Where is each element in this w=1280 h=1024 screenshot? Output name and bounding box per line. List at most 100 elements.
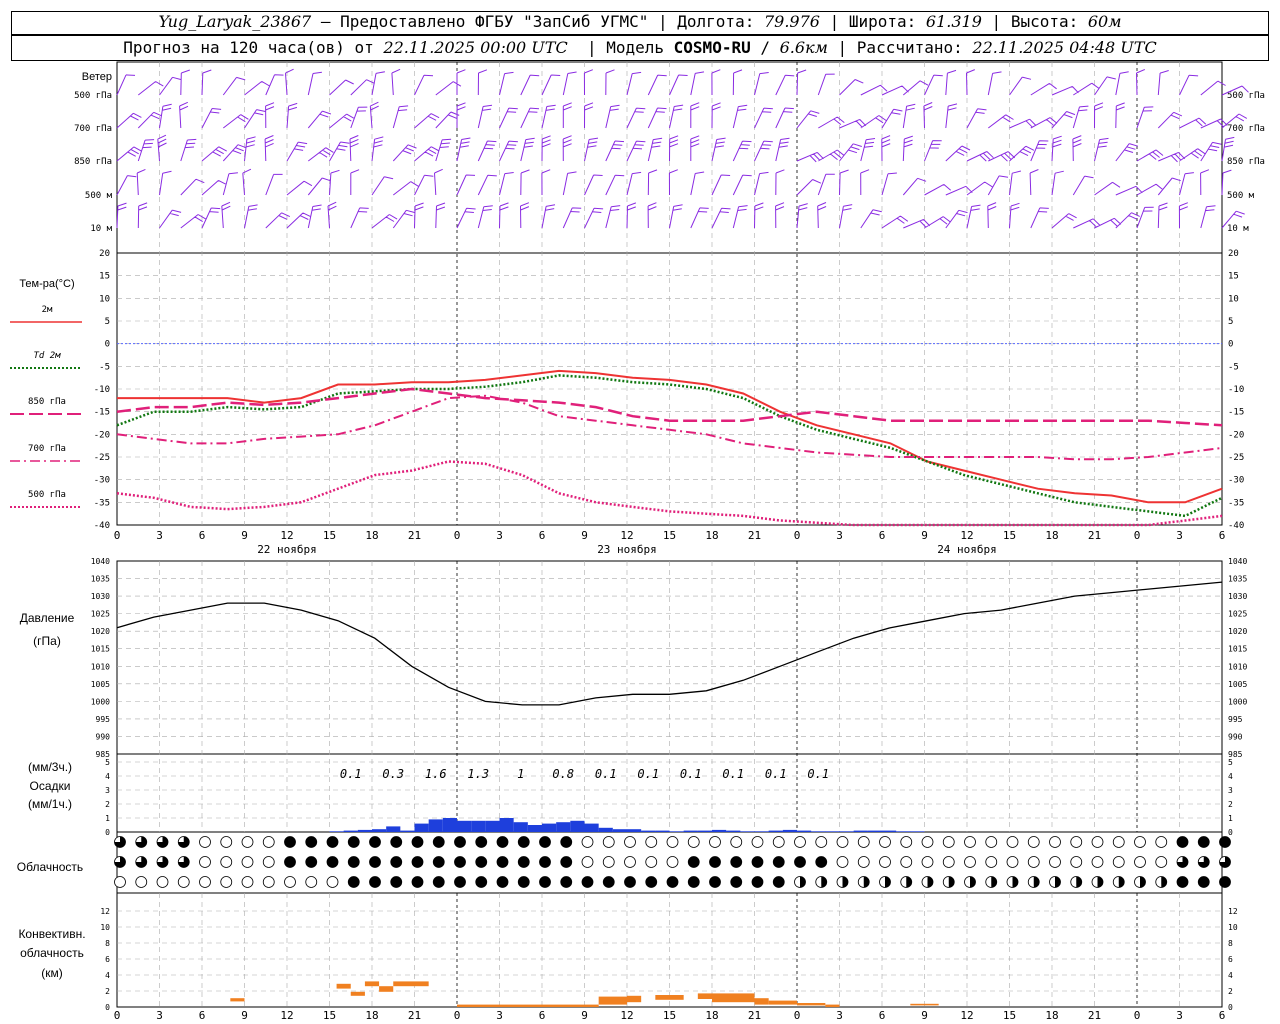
temp-ytick-right: -40 [1228,521,1244,531]
cloud-cover-symbol [539,836,551,848]
cloud-cover-symbol [1112,856,1125,868]
hour-tick-label-bottom: 12 [960,1009,973,1022]
temp-ytick-left: -30 [94,476,110,486]
pressure-ytick-left: 1030 [91,592,110,601]
temp-ytick-right: -30 [1228,476,1244,486]
hour-tick-label: 3 [836,529,843,542]
hour-tick-label-bottom: 0 [454,1009,461,1022]
convective-bar [697,993,712,999]
precip-3h-label: 0.1 [637,767,659,781]
hour-tick-label-bottom: 6 [1219,1009,1226,1022]
precip-bar [357,829,372,832]
cloud-cover-symbol [581,876,594,888]
hour-tick-label: 18 [1045,529,1058,542]
wind-level-label-right: 500 м [1227,191,1255,201]
precip-bar [811,831,826,832]
convective-bar [336,983,351,989]
cloud-cover-symbol [730,836,743,848]
precip-bar [400,830,415,832]
pressure-title: Давление [20,611,75,625]
pressure-ytick-right: 1030 [1228,592,1247,601]
pressure-ytick-right: 995 [1228,715,1243,724]
pressure-ytick-left: 1040 [91,557,110,566]
convective-bar [457,1004,599,1007]
precip-ytick-left: 4 [105,772,110,781]
hour-tick-label: 9 [241,529,248,542]
precip-ytick-right: 0 [1228,828,1233,837]
cloud-cover-symbol [942,856,955,868]
pressure-ytick-left: 1010 [91,662,110,671]
cloud-cover-symbol [624,856,636,868]
temp-ytick-right: 5 [1228,317,1233,327]
cloud-cover-symbol [921,856,934,868]
precip-bar [386,826,401,832]
cloud-cover-fill [927,876,933,888]
hour-tick-label: 3 [156,529,163,542]
conv-title-2: облачность [20,946,84,960]
hour-tick-label-bottom: 0 [114,1009,121,1022]
cloud-cover-symbol [347,836,360,848]
wind-level-label-right: 850 гПа [1227,157,1265,167]
cloud-cover-fill [1118,876,1125,888]
cloud-cover-symbol [624,876,636,888]
temp-ytick-left: -20 [94,430,110,440]
hour-tick-label-bottom: 6 [879,1009,886,1022]
precip-bar [414,823,429,832]
conv-ytick-right: 6 [1228,955,1233,964]
conv-title-1: Конвективн. [18,927,85,941]
cloud-cover-fill [1140,876,1146,888]
precip-bar [372,829,387,832]
cloud-cover-symbol [921,836,934,848]
cloud-cover-symbol [475,836,488,848]
cloud-cover-symbol [900,856,913,868]
cloud-title: Облачность [17,860,83,874]
cloud-cover-symbol [262,856,275,868]
cloud-cover-fill [1055,876,1061,888]
cloud-cover-symbol [496,856,509,868]
hour-tick-label-bottom: 21 [1088,1009,1101,1022]
pressure-ytick-right: 990 [1228,732,1243,741]
precip-bar [598,827,613,832]
cloud-cover-symbol [220,876,233,888]
cloud-cover-symbol [496,876,509,888]
cloud-cover-symbol [262,836,275,848]
precip-bar [641,830,656,832]
wind-level-label-right: 700 гПа [1227,124,1265,134]
hour-tick-label: 0 [114,529,121,542]
wind-level-label: 700 гПа [74,124,112,134]
precip-bar [839,831,854,832]
cloud-cover-symbol [772,856,785,868]
cloud-cover-symbol [751,836,764,848]
cloud-cover-symbol [666,876,679,888]
hour-tick-label: 15 [1003,529,1016,542]
cloud-cover-symbol [475,856,488,868]
convective-bar [754,998,769,1005]
cloud-cover-symbol [432,836,445,848]
cloud-cover-symbol [1155,856,1168,868]
conv-ytick-left: 0 [105,1003,110,1012]
cloud-cover-symbol [390,836,403,848]
convective-bar [825,1004,840,1007]
precip-bar [329,831,344,832]
hour-tick-label-bottom: 9 [581,1009,588,1022]
precip-3h-label: 0.1 [765,767,787,781]
cloud-cover-symbol [284,836,296,848]
cloud-cover-symbol [199,856,211,868]
hour-tick-label-bottom: 12 [280,1009,293,1022]
temp-ytick-right: 10 [1228,294,1239,304]
cloud-cover-fill [991,876,997,888]
cloud-cover-symbol [1155,836,1168,848]
pressure-ytick-right: 1020 [1228,627,1247,636]
cloud-cover-fill [821,876,827,888]
conv-ytick-left: 6 [105,955,110,964]
temp-ytick-left: -5 [99,362,110,372]
precip-bar [485,820,500,832]
cloud-cover-symbol [369,836,381,848]
precip-ytick-right: 3 [1228,786,1233,795]
cloud-cover-symbol [369,876,381,888]
cloud-cover-symbol [581,836,594,848]
precip-bar [712,829,727,832]
hour-tick-label: 6 [1219,529,1226,542]
cloud-cover-symbol [730,876,743,888]
wind-barb-row [116,134,1235,163]
